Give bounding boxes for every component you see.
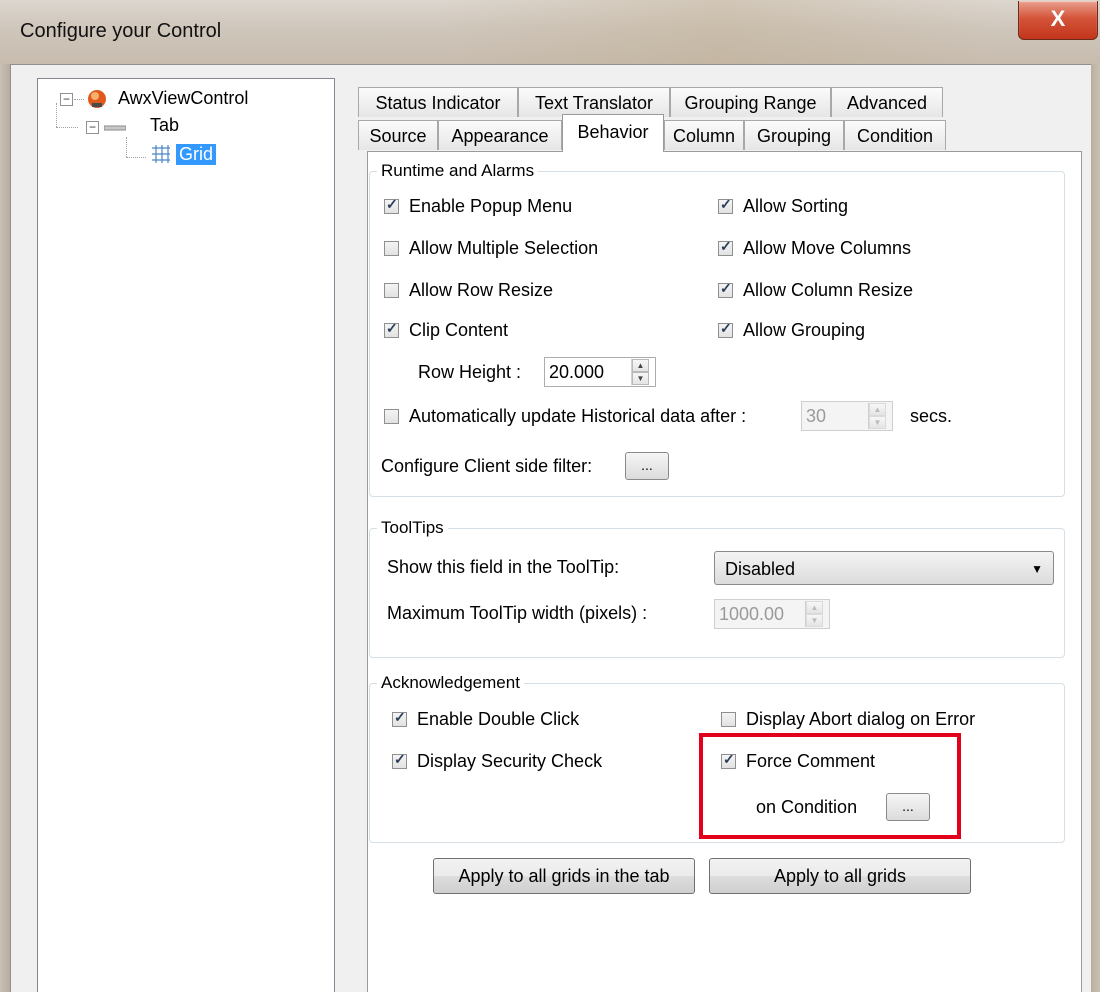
row-height-spinner[interactable]: ▲ ▼ (631, 359, 649, 385)
tab-advanced[interactable]: Advanced (831, 87, 943, 117)
acknowledgement-title: Acknowledgement (377, 673, 524, 693)
dialog-window: Configure your Control X − AwxViewContro… (0, 0, 1100, 992)
tooltips-group (369, 528, 1065, 658)
checkbox-box[interactable] (718, 238, 733, 256)
tree-label-root[interactable]: AwxViewControl (118, 88, 248, 109)
spin-down-icon[interactable]: ▼ (806, 614, 823, 627)
title-bar-glass (440, 0, 1000, 64)
checkbox-box[interactable] (392, 751, 407, 769)
show-field-label: Show this field in the ToolTip: (387, 557, 620, 577)
checkbox-box[interactable] (384, 241, 399, 256)
tab-appearance[interactable]: Appearance (438, 120, 562, 150)
auto-update-interval-input[interactable]: 30 ▲ ▼ (801, 401, 893, 431)
checkbox-box[interactable] (392, 709, 407, 727)
window-frame-right (1090, 64, 1100, 992)
max-tooltip-width-label: Maximum ToolTip width (pixels) : (387, 603, 648, 623)
tree-connector (126, 157, 146, 158)
control-tree[interactable]: − AwxViewControl − Tab Grid (37, 78, 335, 992)
control-node-icon (88, 90, 106, 108)
spin-up-icon[interactable]: ▲ (806, 601, 823, 614)
tab-text-translator[interactable]: Text Translator (518, 87, 670, 117)
tree-connector (74, 99, 84, 100)
allow-grouping-checkbox[interactable]: Allow Grouping (718, 320, 865, 341)
checkbox-box[interactable] (718, 196, 733, 214)
window-title: Configure your Control (20, 20, 222, 42)
tooltip-field-dropdown[interactable]: Disabled ▼ (714, 551, 1054, 585)
tab-node-icon (104, 125, 126, 131)
tooltips-title: ToolTips (377, 518, 448, 538)
checkbox-box[interactable] (384, 320, 399, 338)
row-height-input[interactable]: 20.000 ▲ ▼ (544, 357, 656, 387)
checkbox-box[interactable] (384, 196, 399, 214)
max-width-spinner[interactable]: ▲ ▼ (805, 601, 823, 627)
allow-sorting-checkbox[interactable]: Allow Sorting (718, 196, 848, 217)
checkbox-box[interactable] (384, 283, 399, 298)
window-frame-left (0, 64, 10, 992)
auto-update-checkbox[interactable]: Automatically update Historical data aft… (384, 406, 746, 427)
tab-grouping-range[interactable]: Grouping Range (670, 87, 831, 117)
expander-tab[interactable]: − (86, 121, 99, 134)
enable-popup-menu-checkbox[interactable]: Enable Popup Menu (384, 196, 572, 217)
secs-label: secs. (910, 406, 953, 426)
tab-condition[interactable]: Condition (844, 120, 946, 150)
tree-label-tab[interactable]: Tab (150, 115, 179, 136)
tab-source[interactable]: Source (358, 120, 438, 150)
display-abort-dialog-checkbox[interactable]: Display Abort dialog on Error (721, 709, 975, 730)
tree-connector (56, 103, 57, 127)
spin-up-icon[interactable]: ▲ (869, 403, 886, 416)
max-tooltip-width-input[interactable]: 1000.00 ▲ ▼ (714, 599, 830, 629)
spin-up-icon[interactable]: ▲ (632, 359, 649, 372)
allow-row-resize-checkbox[interactable]: Allow Row Resize (384, 280, 553, 301)
checkbox-box[interactable] (718, 320, 733, 338)
row-height-label: Row Height : (418, 362, 522, 382)
apply-to-all-grids-button[interactable]: Apply to all grids (709, 858, 971, 894)
close-button[interactable]: X (1018, 1, 1098, 40)
apply-to-tab-grids-button[interactable]: Apply to all grids in the tab (433, 858, 695, 894)
annotation-highlight-box (699, 733, 961, 839)
tab-status-indicator[interactable]: Status Indicator (358, 87, 518, 117)
spin-down-icon[interactable]: ▼ (869, 416, 886, 429)
tree-label-grid[interactable]: Grid (176, 144, 217, 165)
runtime-alarms-title: Runtime and Alarms (377, 161, 539, 181)
allow-move-columns-checkbox[interactable]: Allow Move Columns (718, 238, 911, 259)
tab-grouping[interactable]: Grouping (744, 120, 844, 150)
allow-column-resize-checkbox[interactable]: Allow Column Resize (718, 280, 913, 301)
display-security-check-checkbox[interactable]: Display Security Check (392, 751, 602, 772)
tree-connector (126, 137, 127, 157)
enable-double-click-checkbox[interactable]: Enable Double Click (392, 709, 579, 730)
allow-multiple-selection-checkbox[interactable]: Allow Multiple Selection (384, 238, 598, 259)
expander-root[interactable]: − (60, 93, 73, 106)
tab-behavior[interactable]: Behavior (562, 114, 664, 152)
grid-node-icon (152, 145, 170, 163)
tab-column[interactable]: Column (664, 120, 744, 150)
title-bar[interactable]: Configure your Control X (0, 0, 1100, 64)
auto-update-spinner[interactable]: ▲ ▼ (868, 403, 886, 429)
tree-connector (56, 127, 78, 128)
client-filter-label: Configure Client side filter: (381, 456, 593, 476)
spin-down-icon[interactable]: ▼ (632, 372, 649, 385)
checkbox-box[interactable] (721, 712, 736, 727)
checkbox-box[interactable] (384, 409, 399, 424)
client-filter-button[interactable]: ... (625, 452, 669, 480)
clip-content-checkbox[interactable]: Clip Content (384, 320, 508, 341)
checkbox-box[interactable] (718, 280, 733, 298)
chevron-down-icon[interactable]: ▼ (1031, 552, 1043, 586)
